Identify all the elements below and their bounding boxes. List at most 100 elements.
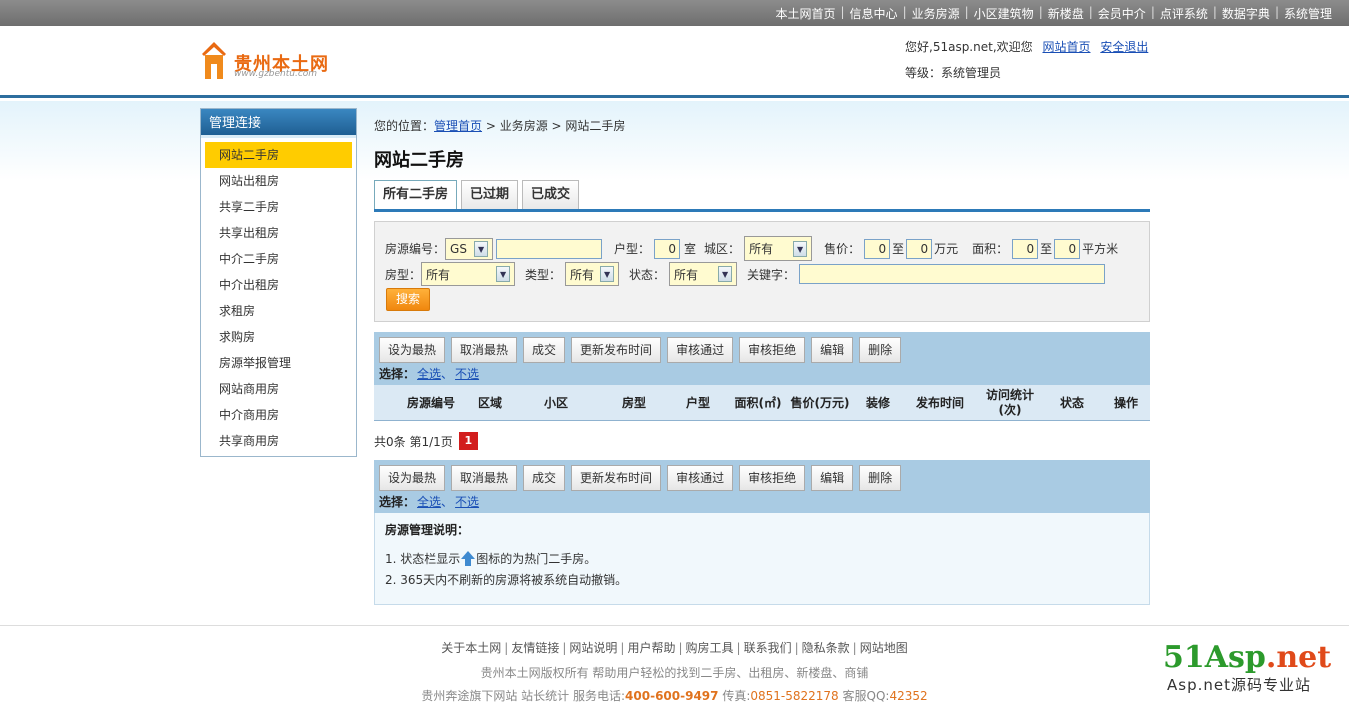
topnav-buildings[interactable]: 小区建筑物 <box>969 5 1039 22</box>
search-row-1: 房源编号： GS ▼ 户型： 0 室 城区： 所有 ▼ 售价： 0 至 0 万元 面… <box>385 236 1122 261</box>
unset-hot-button[interactable]: 取消最热 <box>451 337 518 363</box>
delete-button[interactable]: 删除 <box>859 337 902 363</box>
watermark-subtitle: Asp.net源码专业站 <box>1167 676 1311 694</box>
sidebar-item-want-rent[interactable]: 求租房 <box>205 298 352 324</box>
district-select[interactable]: 所有 ▼ <box>744 236 813 261</box>
footer-link-about-site[interactable]: 网站说明 <box>569 641 617 655</box>
room-type-select[interactable]: 所有 ▼ <box>421 262 516 286</box>
footer: 关于本土网 | 友情链接 | 网站说明 | 用户帮助 | 购房工具 | 联系我们 | 隐私条款 | 网站地图… <box>0 625 1349 707</box>
sidebar-item-agent-commercial[interactable]: 中介商用房 <box>205 402 352 428</box>
footer-link-friends[interactable]: 友情链接 <box>511 641 559 655</box>
kind-label: 类型： <box>525 267 562 282</box>
sidebar-item-agent-resale[interactable]: 中介二手房 <box>205 246 352 272</box>
footer-link-sitemap[interactable]: 网站地图 <box>860 641 908 655</box>
sidebar-item-reports[interactable]: 房源举报管理 <box>205 350 352 376</box>
note-1: 1. 状态栏显示 图标的为热门二手房。 <box>385 550 597 566</box>
action-buttons-bottom: 设为最热 取消最热 成交 更新发布时间 审核通过 审核拒绝 编辑 删除 <box>379 465 907 491</box>
topnav-listings[interactable]: 业务房源 <box>907 5 965 22</box>
kind-select[interactable]: 所有 ▼ <box>565 262 620 286</box>
sidebar-item-site-resale[interactable]: 网站二手房 <box>205 142 352 168</box>
update-time-button[interactable]: 更新发布时间 <box>571 337 662 363</box>
select-none-link[interactable]: 不选 <box>455 495 479 509</box>
reject-button[interactable]: 审核拒绝 <box>739 337 806 363</box>
sidebar-title: 管理连接 <box>201 109 356 138</box>
update-time-button[interactable]: 更新发布时间 <box>571 465 662 491</box>
huxing-input[interactable]: 0 <box>654 238 681 259</box>
footer-link-contact[interactable]: 联系我们 <box>744 641 792 655</box>
sidebar-item-shared-commercial[interactable]: 共享商用房 <box>205 428 352 454</box>
code-prefix-select[interactable]: GS ▼ <box>445 237 494 260</box>
col-community: 小区 <box>543 395 568 410</box>
col-price: 售价(万元) <box>790 395 850 410</box>
breadcrumb-home-link[interactable]: 管理首页 <box>434 119 482 133</box>
sidebar-item-shared-resale[interactable]: 共享二手房 <box>205 194 352 220</box>
reject-button[interactable]: 审核拒绝 <box>739 465 806 491</box>
pager: 共0条 第1/1页 1 <box>374 432 478 450</box>
deal-button[interactable]: 成交 <box>523 465 566 491</box>
deal-button[interactable]: 成交 <box>523 337 566 363</box>
tab-bar: 所有二手房 已过期 已成交 <box>374 180 1150 212</box>
sidebar-item-site-commercial[interactable]: 网站商用房 <box>205 376 352 402</box>
area-to: 至 <box>1040 242 1053 256</box>
listing-table-header: 房源编号 区域 小区 房型 户型 面积(㎡) 售价(万元) 装修 发布时间 访问… <box>374 385 1150 421</box>
price-unit: 万元 <box>934 242 959 256</box>
set-hot-button[interactable]: 设为最热 <box>379 465 446 491</box>
topnav-info[interactable]: 信息中心 <box>845 5 903 22</box>
sidebar-item-site-rental[interactable]: 网站出租房 <box>205 168 352 194</box>
select-all-link[interactable]: 全选 <box>417 367 441 381</box>
footer-link-help[interactable]: 用户帮助 <box>627 641 675 655</box>
chevron-down-icon: ▼ <box>718 266 733 282</box>
col-decoration: 装修 <box>865 395 890 410</box>
select-none-link[interactable]: 不选 <box>455 367 479 381</box>
type-label: 房型： <box>385 267 422 282</box>
delete-button[interactable]: 删除 <box>859 465 902 491</box>
edit-button[interactable]: 编辑 <box>811 465 854 491</box>
user-greeting-line: 您好,51asp.net,欢迎您 网站首页 安全退出 <box>905 38 1148 55</box>
select-line-top: 选择： 全选、 不选 <box>379 367 480 381</box>
logout-link[interactable]: 安全退出 <box>1100 40 1148 54</box>
page-title: 网站二手房 <box>374 150 464 171</box>
footer-link-about[interactable]: 关于本土网 <box>441 641 501 655</box>
topnav-new-homes[interactable]: 新楼盘 <box>1043 5 1089 22</box>
note-2: 2. 365天内不刷新的房源将被系统自动撤销。 <box>385 573 628 587</box>
sidebar-item-want-buy[interactable]: 求购房 <box>205 324 352 350</box>
sidebar-item-shared-rental[interactable]: 共享出租房 <box>205 220 352 246</box>
logo-subtitle: www.gzbentu.com <box>234 69 318 79</box>
home-link[interactable]: 网站首页 <box>1042 40 1090 54</box>
search-button[interactable]: 搜索 <box>386 288 430 311</box>
price-max-input[interactable]: 0 <box>906 238 933 259</box>
page-number-button[interactable]: 1 <box>458 432 478 450</box>
unset-hot-button[interactable]: 取消最热 <box>451 465 518 491</box>
tab-sold[interactable]: 已成交 <box>522 180 580 209</box>
topnav-reviews[interactable]: 点评系统 <box>1155 5 1213 22</box>
topnav-system[interactable]: 系统管理 <box>1279 5 1337 22</box>
col-district: 区域 <box>477 395 502 410</box>
footer-link-privacy[interactable]: 隐私条款 <box>802 641 850 655</box>
footer-link-tools[interactable]: 购房工具 <box>686 641 734 655</box>
topnav-home[interactable]: 本土网首页 <box>770 5 840 22</box>
service-phone: 400-600-9497 <box>625 689 719 703</box>
keyword-input[interactable] <box>799 264 1106 284</box>
approve-button[interactable]: 审核通过 <box>667 337 734 363</box>
edit-button[interactable]: 编辑 <box>811 337 854 363</box>
code-input[interactable] <box>496 238 603 259</box>
topnav-members[interactable]: 会员中介 <box>1093 5 1151 22</box>
price-min-input[interactable]: 0 <box>864 238 891 259</box>
area-min-input[interactable]: 0 <box>1012 238 1039 259</box>
qq-number: 42352 <box>889 689 928 703</box>
col-area: 面积(㎡) <box>734 395 782 410</box>
col-publish-time: 发布时间 <box>915 395 964 410</box>
chevron-down-icon: ▼ <box>793 240 808 257</box>
chevron-down-icon: ▼ <box>496 266 511 282</box>
sidebar: 管理连接 网站二手房 网站出租房 共享二手房 共享出租房 中介二手房 中介出租房… <box>200 108 357 457</box>
status-select[interactable]: 所有 ▼ <box>669 262 738 286</box>
tab-expired[interactable]: 已过期 <box>461 180 519 209</box>
sidebar-item-agent-rental[interactable]: 中介出租房 <box>205 272 352 298</box>
tab-all-resale[interactable]: 所有二手房 <box>374 180 458 209</box>
sidebar-list: 网站二手房 网站出租房 共享二手房 共享出租房 中介二手房 中介出租房 求租房 … <box>201 138 356 454</box>
select-all-link[interactable]: 全选 <box>417 495 441 509</box>
area-max-input[interactable]: 0 <box>1054 238 1081 259</box>
topnav-dictionary[interactable]: 数据字典 <box>1217 5 1275 22</box>
set-hot-button[interactable]: 设为最热 <box>379 337 446 363</box>
approve-button[interactable]: 审核通过 <box>667 465 734 491</box>
